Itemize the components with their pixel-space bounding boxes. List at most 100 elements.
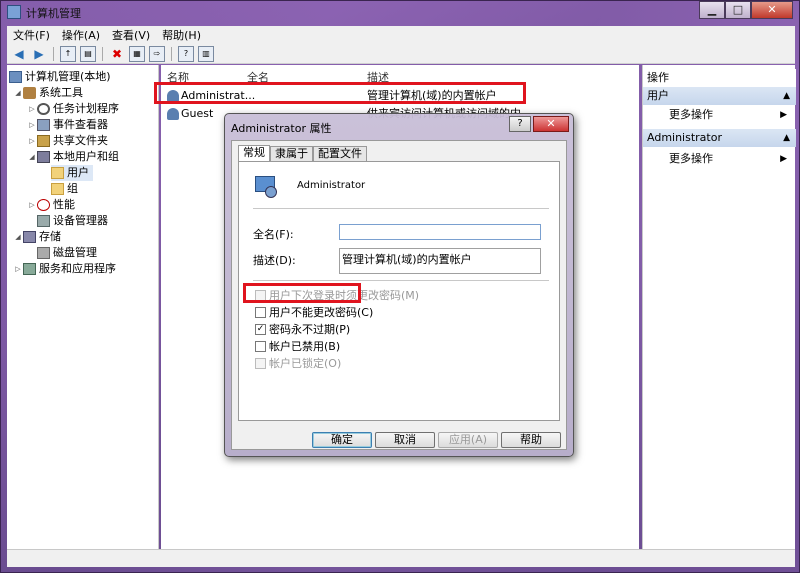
navigation-tree: 计算机管理(本地) ◢ 系统工具 ▷ 任务计划程序 ▷ 事件查看器 ▷ 共享文件…	[7, 65, 159, 549]
help-icon[interactable]: ?	[178, 45, 194, 62]
description-field[interactable]: 管理计算机(域)的内置帐户	[339, 248, 541, 274]
minimize-button[interactable]: ▁	[699, 1, 725, 19]
clock-icon	[37, 103, 50, 115]
dialog-title: Administrator 属性	[231, 122, 332, 135]
dialog-help-button[interactable]: ?	[509, 116, 531, 132]
collapsed-arrow-icon[interactable]: ▷	[27, 133, 37, 149]
device-manager-icon	[37, 215, 50, 227]
divider	[253, 280, 549, 281]
collapsed-arrow-icon[interactable]: ▷	[27, 197, 37, 213]
actions-section-users[interactable]: 用户 ▲	[643, 87, 796, 105]
show-action-pane-icon[interactable]: ▥	[198, 45, 214, 62]
tree-item-label: 组	[67, 182, 78, 195]
tree-item-users[interactable]: 用户	[51, 165, 93, 181]
more-actions-administrator[interactable]: 更多操作 ▶	[669, 151, 791, 167]
tree-item-label: 服务和应用程序	[39, 262, 116, 275]
menu-help[interactable]: 帮助(H)	[162, 27, 201, 43]
checkbox-box-checked[interactable]: ✓	[255, 323, 266, 335]
checkbox-box[interactable]	[255, 306, 266, 318]
tree-item-label: 用户	[67, 166, 89, 179]
show-tree-icon[interactable]: ▤	[80, 45, 96, 62]
expanded-arrow-icon[interactable]: ◢	[13, 85, 23, 101]
account-username: Administrator	[297, 180, 366, 191]
collapse-caret-icon[interactable]: ▲	[783, 87, 790, 105]
checkbox-label: 帐户已锁定(O)	[269, 357, 342, 370]
tree-item-device-manager[interactable]: 设备管理器	[37, 213, 108, 229]
status-bar	[7, 549, 795, 567]
tree-item-groups[interactable]: 组	[51, 181, 78, 197]
tree-item-task-scheduler[interactable]: ▷ 任务计划程序	[27, 101, 119, 117]
event-log-icon	[37, 119, 50, 131]
tree-item-root[interactable]: 计算机管理(本地)	[9, 69, 111, 85]
tree-item-disk-management[interactable]: 磁盘管理	[37, 245, 97, 261]
back-arrow-icon[interactable]: ◀	[11, 46, 27, 62]
tree-item-label: 计算机管理(本地)	[25, 70, 111, 83]
tree-item-label: 本地用户和组	[53, 150, 119, 163]
dialog-close-button[interactable]: ✕	[533, 116, 569, 132]
tree-item-performance[interactable]: ▷ 性能	[27, 197, 75, 213]
tab-member-of[interactable]: 隶属于	[270, 146, 313, 161]
menu-bar: 文件(F) 操作(A) 查看(V) 帮助(H)	[7, 26, 795, 44]
tree-item-event-viewer[interactable]: ▷ 事件查看器	[27, 117, 108, 133]
menu-view[interactable]: 查看(V)	[112, 27, 150, 43]
section-label: Administrator	[647, 131, 722, 144]
checkbox-label: 密码永不过期(P)	[269, 323, 351, 336]
menu-action[interactable]: 操作(A)	[62, 27, 100, 43]
close-button[interactable]: ✕	[751, 1, 793, 19]
checkbox-label: 用户不能更改密码(C)	[269, 306, 374, 319]
fullname-field[interactable]	[339, 224, 541, 240]
cancel-button[interactable]: 取消	[375, 432, 435, 448]
checkbox-account-locked[interactable]: 帐户已锁定(O)	[255, 356, 341, 370]
checkbox-box[interactable]	[255, 357, 266, 369]
menu-file[interactable]: 文件(F)	[13, 27, 50, 43]
tree-item-label: 共享文件夹	[53, 134, 108, 147]
maximize-button[interactable]: □	[725, 1, 751, 19]
actions-section-administrator[interactable]: Administrator ▲	[643, 129, 796, 147]
tab-profile[interactable]: 配置文件	[313, 146, 367, 161]
tree-item-shared-folders[interactable]: ▷ 共享文件夹	[27, 133, 108, 149]
tree-item-local-users-groups[interactable]: ◢ 本地用户和组	[27, 149, 119, 165]
user-account-icon	[253, 174, 279, 200]
folder-icon	[51, 183, 64, 195]
up-folder-icon[interactable]: ↑	[60, 45, 76, 62]
tree-item-label: 事件查看器	[53, 118, 108, 131]
checkbox-box[interactable]	[255, 340, 266, 352]
performance-icon	[37, 199, 50, 211]
actions-pane: 操作 用户 ▲ 更多操作 ▶ Administrator ▲ 更多操作 ▶	[642, 65, 796, 549]
shared-folder-icon	[37, 135, 50, 147]
export-list-icon[interactable]: ⇨	[149, 45, 165, 62]
disk-icon	[37, 247, 50, 259]
collapsed-arrow-icon[interactable]: ▷	[13, 261, 23, 277]
services-icon	[23, 263, 36, 275]
tree-item-label: 存储	[39, 230, 61, 243]
tree-item-label: 任务计划程序	[53, 102, 119, 115]
help-button[interactable]: 帮助	[501, 432, 561, 448]
collapsed-arrow-icon[interactable]: ▷	[27, 101, 37, 117]
tree-item-label: 性能	[53, 198, 75, 211]
collapse-caret-icon[interactable]: ▲	[783, 129, 790, 147]
forward-arrow-icon[interactable]: ▶	[31, 46, 47, 62]
toolbar-separator	[53, 46, 54, 61]
tree-item-storage[interactable]: ◢ 存储	[13, 229, 61, 245]
submenu-arrow-icon: ▶	[780, 154, 787, 164]
checkbox-password-never-expires[interactable]: ✓ 密码永不过期(P)	[255, 322, 350, 336]
delete-icon[interactable]: ✖	[109, 46, 125, 62]
expanded-arrow-icon[interactable]: ◢	[13, 229, 23, 245]
users-group-icon	[37, 151, 50, 163]
tree-item-system-tools[interactable]: ◢ 系统工具	[13, 85, 83, 101]
ok-button[interactable]: 确定	[312, 432, 372, 448]
highlight-box-administrator-row	[154, 82, 526, 104]
checkbox-account-disabled[interactable]: 帐户已禁用(B)	[255, 339, 340, 353]
tools-icon	[23, 87, 36, 99]
tree-item-label: 磁盘管理	[53, 246, 97, 259]
tab-general[interactable]: 常规	[238, 145, 270, 162]
more-actions-users[interactable]: 更多操作 ▶	[669, 107, 791, 123]
properties-icon[interactable]: ▦	[129, 45, 145, 62]
expanded-arrow-icon[interactable]: ◢	[27, 149, 37, 165]
checkbox-cannot-change-password[interactable]: 用户不能更改密码(C)	[255, 305, 373, 319]
description-label: 描述(D):	[253, 254, 296, 267]
apply-button[interactable]: 应用(A)	[438, 432, 498, 448]
title-bar[interactable]: 计算机管理 ▁ □ ✕	[1, 1, 799, 23]
tree-item-services-apps[interactable]: ▷ 服务和应用程序	[13, 261, 116, 277]
collapsed-arrow-icon[interactable]: ▷	[27, 117, 37, 133]
